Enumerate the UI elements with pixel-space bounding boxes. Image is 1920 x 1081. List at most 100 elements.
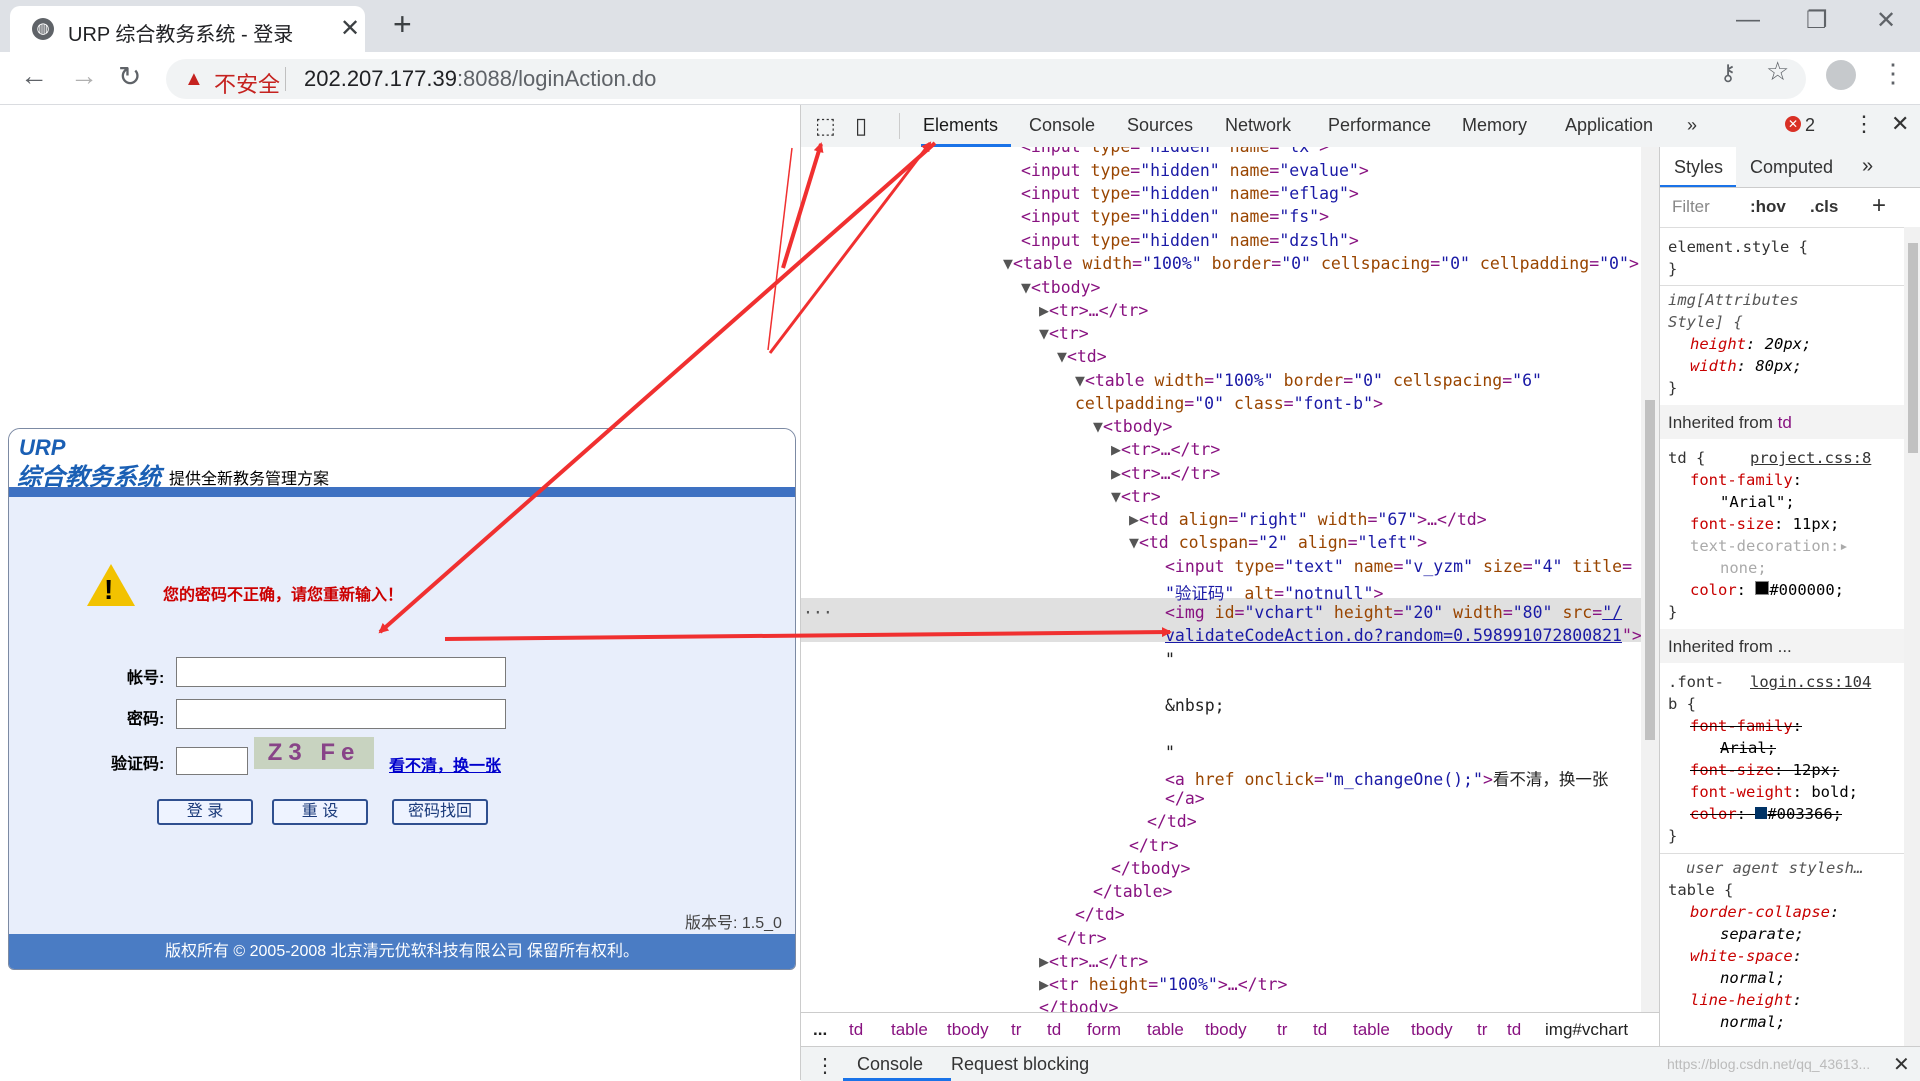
style-rule: img[Attributes [1668, 291, 1799, 309]
style-decl: white-space: [1690, 947, 1802, 965]
breadcrumb-item[interactable]: tr [1011, 1020, 1021, 1040]
login-button[interactable]: 登 录 [157, 799, 253, 825]
breadcrumb-item[interactable]: td [1507, 1020, 1521, 1040]
url-text[interactable]: 202.207.177.39:8088/loginAction.do [304, 66, 656, 92]
tab-elements[interactable]: Elements [923, 115, 998, 136]
minimize-icon[interactable]: — [1736, 6, 1760, 34]
style-decl: text-decoration:▸ [1690, 537, 1849, 555]
breadcrumb-more[interactable]: ... [813, 1020, 827, 1040]
stylesheet-link: project.css:8 [1750, 449, 1872, 467]
kebab-menu-icon[interactable]: ⋮ [1853, 111, 1875, 137]
dom-line: </a> [1165, 789, 1205, 808]
tab-console[interactable]: Console [1029, 115, 1095, 136]
reload-icon[interactable]: ↻ [118, 60, 141, 93]
breadcrumb-item[interactable]: img#vchart [1545, 1020, 1628, 1040]
add-rule-icon[interactable]: + [1872, 192, 1886, 220]
reset-button[interactable]: 重 设 [272, 799, 368, 825]
star-icon[interactable]: ☆ [1766, 56, 1789, 87]
styles-pane: Styles Computed » Filter :hov .cls + ele… [1659, 147, 1920, 1046]
tab-memory[interactable]: Memory [1462, 115, 1527, 136]
breadcrumb-item[interactable]: tr [1277, 1020, 1287, 1040]
breadcrumb-item[interactable]: table [1353, 1020, 1390, 1040]
styles-scrollbar-thumb[interactable] [1908, 243, 1918, 453]
style-decl: "Arial"; [1720, 493, 1795, 511]
style-rule: user agent stylesh… [1686, 859, 1864, 877]
dom-line: </tr> [1057, 929, 1107, 948]
breadcrumb-item[interactable]: tbody [1205, 1020, 1247, 1040]
style-rule: } [1668, 260, 1678, 278]
style-rule: .font- [1668, 673, 1724, 691]
back-arrow-icon[interactable]: ← [20, 60, 48, 92]
captcha-input[interactable] [176, 747, 248, 775]
account-input[interactable] [176, 657, 506, 687]
hov-toggle[interactable]: :hov [1750, 197, 1786, 217]
breadcrumb-item[interactable]: form [1087, 1020, 1121, 1040]
password-input[interactable] [176, 699, 506, 729]
devtools-drawer: ⋮ Console Request blocking https://blog.… [801, 1046, 1920, 1081]
close-drawer-icon[interactable]: ✕ [1893, 1052, 1910, 1077]
dom-line: " [1165, 743, 1175, 762]
style-decl: font-size: 12px; [1690, 761, 1840, 779]
key-icon[interactable]: ⚷ [1720, 60, 1736, 86]
restore-icon[interactable]: ❐ [1806, 6, 1828, 35]
breadcrumb-item[interactable]: tbody [947, 1020, 989, 1040]
breadcrumb-item[interactable]: td [1047, 1020, 1061, 1040]
tab-strip: ◍ URP 综合教务系统 - 登录 ✕ + — ❐ ✕ [0, 0, 1920, 52]
breadcrumb-item[interactable]: table [1147, 1020, 1184, 1040]
style-decl: separate; [1720, 925, 1804, 943]
style-rule: element.style { [1668, 238, 1808, 256]
close-window-icon[interactable]: ✕ [1876, 6, 1896, 35]
captcha-refresh-link[interactable]: 看不清，换一张 [389, 752, 501, 776]
dom-tree[interactable]: <input type="hidden" name="lx"> <input t… [801, 147, 1641, 1012]
style-decl: font-family: [1690, 717, 1802, 735]
more-tabs-icon[interactable]: » [1687, 115, 1697, 136]
style-rule: td { [1668, 449, 1706, 467]
breadcrumb-item[interactable]: td [1313, 1020, 1327, 1040]
url-path: :8088/loginAction.do [456, 66, 657, 91]
tab-network[interactable]: Network [1225, 115, 1291, 136]
avatar[interactable] [1826, 60, 1856, 90]
close-tab-icon[interactable]: ✕ [340, 14, 360, 43]
dom-line: </td> [1075, 905, 1125, 924]
inspect-element-icon[interactable]: ⬚ [815, 113, 836, 139]
inherited-header: Inherited from td [1660, 405, 1920, 439]
dom-scrollbar-thumb[interactable] [1645, 400, 1655, 740]
browser-tab[interactable]: ◍ URP 综合教务系统 - 登录 ✕ [10, 6, 365, 52]
new-tab-icon[interactable]: + [393, 8, 412, 40]
captcha-image[interactable]: Z3 Fe [254, 737, 374, 769]
more-tabs-icon[interactable]: » [1862, 155, 1873, 178]
breadcrumb-item[interactable]: td [849, 1020, 863, 1040]
filter-input[interactable]: Filter [1672, 197, 1710, 217]
device-toolbar-icon[interactable]: ▯ [855, 113, 867, 139]
version-label: 版本号: 1.5_0 [685, 915, 782, 932]
dom-line: <input type="hidden" name="lx"> [1021, 147, 1329, 156]
error-count[interactable]: 2 [1805, 115, 1815, 136]
recover-password-button[interactable]: 密码找回 [392, 799, 488, 825]
tab-computed[interactable]: Computed [1750, 157, 1833, 178]
close-devtools-icon[interactable]: ✕ [1891, 111, 1909, 137]
breadcrumb-item[interactable]: tr [1477, 1020, 1487, 1040]
copyright-footer: 版权所有 © 2005-2008 北京清元优软科技有限公司 保留所有权利。 [9, 934, 795, 969]
dom-line: ▼<table width="100%" border="0" cellspac… [1003, 254, 1639, 273]
tab-performance[interactable]: Performance [1328, 115, 1431, 136]
forward-arrow-icon[interactable]: → [70, 60, 98, 92]
styles-filter-bar: Filter :hov .cls + [1660, 187, 1920, 228]
devtools-tabbar: ⬚ ▯ Elements Console Sources Network Per… [801, 105, 1920, 148]
password-label: 密码: [127, 711, 165, 728]
cls-toggle[interactable]: .cls [1810, 197, 1838, 217]
error-icon[interactable]: ✕ [1785, 116, 1801, 132]
style-rule: b { [1668, 695, 1696, 713]
drawer-tab-request-blocking[interactable]: Request blocking [951, 1054, 1089, 1075]
address-bar[interactable]: ▲ 不安全 202.207.177.39:8088/loginAction.do [166, 59, 1806, 99]
tab-application[interactable]: Application [1565, 115, 1653, 136]
drawer-menu-icon[interactable]: ⋮ [815, 1053, 835, 1078]
warning-icon[interactable]: ▲ [184, 68, 204, 91]
style-rule: } [1668, 379, 1678, 397]
tab-sources[interactable]: Sources [1127, 115, 1193, 136]
breadcrumb-item[interactable]: tbody [1411, 1020, 1453, 1040]
breadcrumb-item[interactable]: table [891, 1020, 928, 1040]
divider [899, 113, 900, 139]
kebab-menu-icon[interactable]: ⋮ [1880, 58, 1906, 89]
dom-line: </tbody> [1111, 859, 1191, 878]
security-label[interactable]: 不安全 [214, 67, 280, 99]
